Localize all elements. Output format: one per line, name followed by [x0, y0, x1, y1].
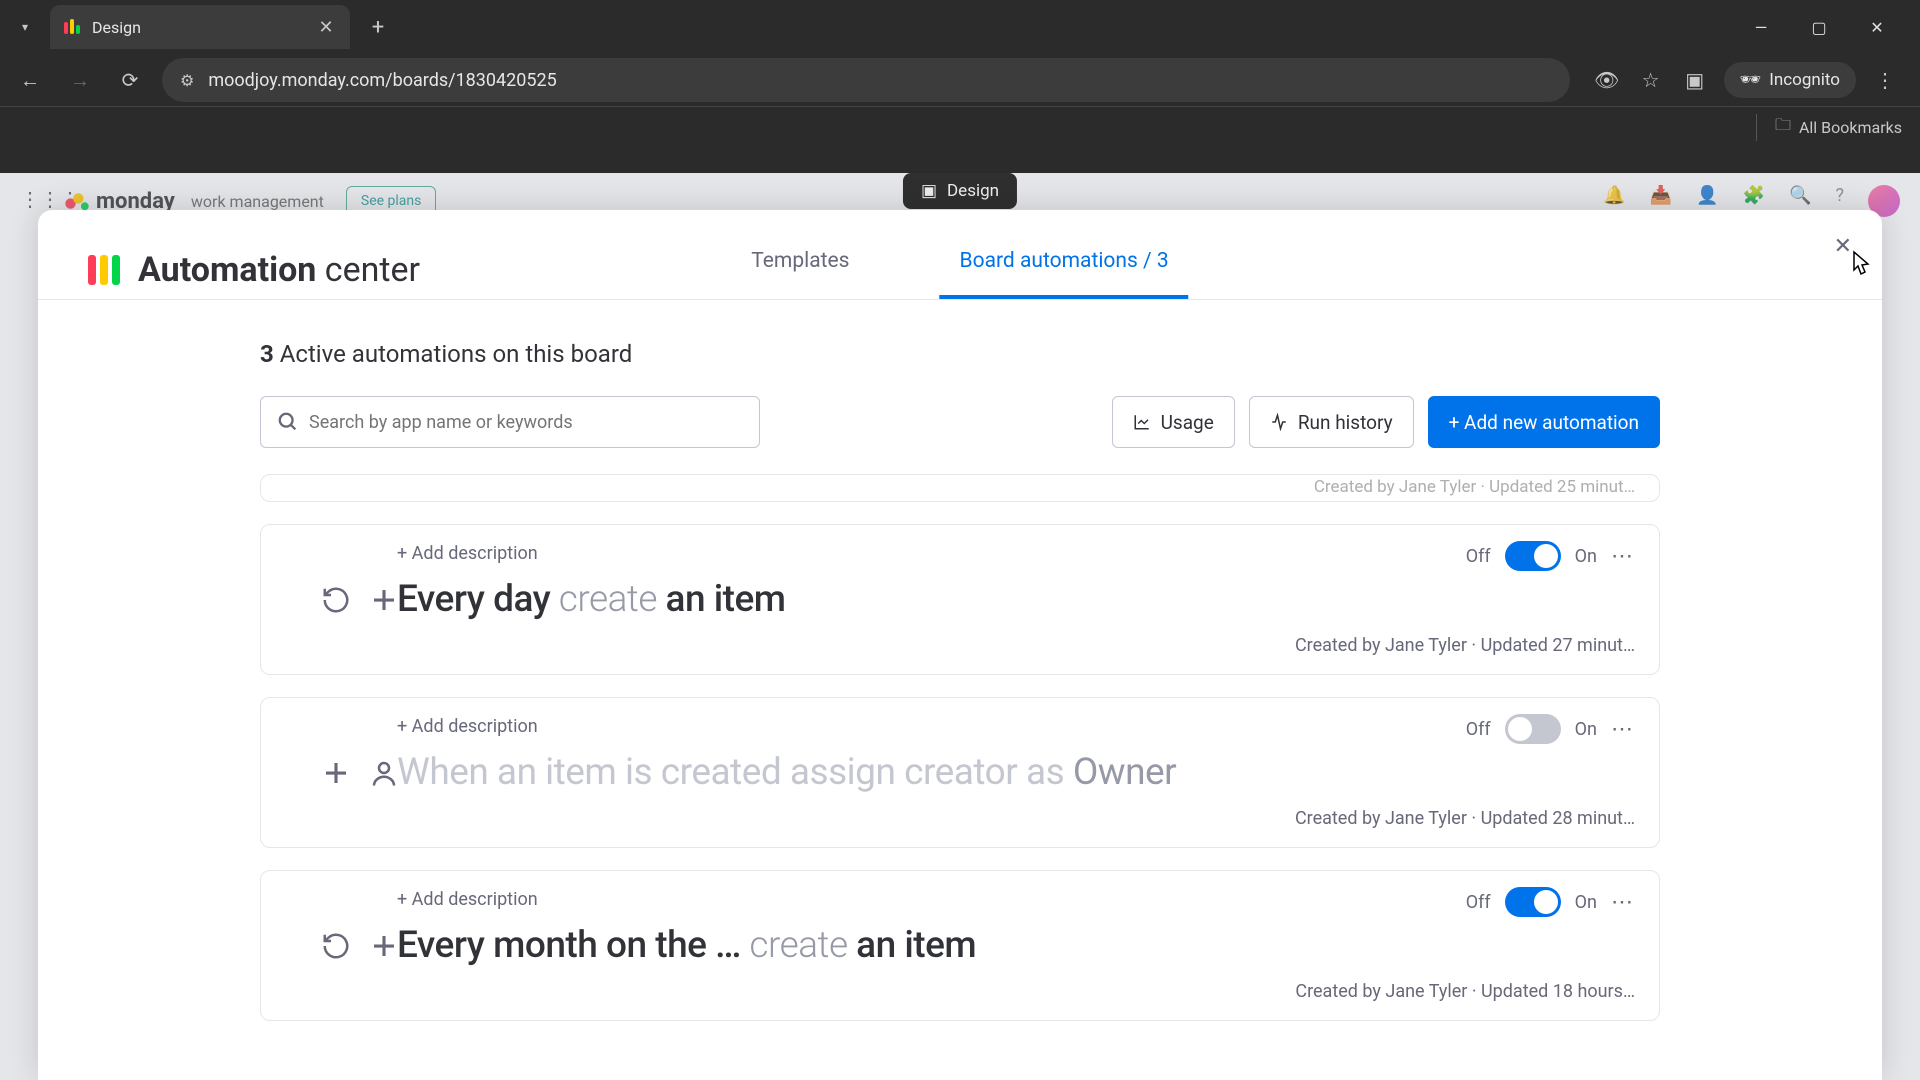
maximize-icon[interactable]: ▢ [1804, 18, 1834, 37]
product-subtext: work management [191, 192, 324, 211]
run-history-button[interactable]: Run history [1249, 396, 1414, 448]
summary-text: Active automations on this board [280, 340, 633, 368]
automation-card-peek: Created by Jane Tyler · Updated 25 minut… [260, 474, 1660, 502]
recipe-part: Every day [397, 578, 550, 621]
browser-chrome: ▾ Design ✕ + — ▢ ✕ ← → ⟳ ⚙ moodjoy.monda… [0, 0, 1920, 148]
toolbar-right: 👁 ☆ ▣ 🕶 Incognito ⋮ [1584, 62, 1908, 98]
add-description-link[interactable]: + Add description [397, 543, 1635, 564]
add-automation-label: + Add new automation [1449, 411, 1639, 434]
search-input[interactable] [309, 412, 743, 433]
on-label: On [1575, 546, 1597, 567]
modal-title-light: center [325, 250, 420, 290]
add-description-link[interactable]: + Add description [397, 716, 1635, 737]
recipe-part: create [741, 924, 856, 967]
incognito-chip[interactable]: 🕶 Incognito [1724, 62, 1856, 98]
tab-board-automations[interactable]: Board automations / 3 [940, 233, 1189, 299]
bookmarks-bar: 🗀 All Bookmarks [0, 106, 1920, 148]
card-meta: Created by Jane Tyler · Updated 18 hours… [321, 981, 1635, 1002]
off-label: Off [1466, 546, 1491, 567]
peek-meta: Created by Jane Tyler · Updated 25 minut… [1314, 477, 1635, 497]
chart-icon [1133, 413, 1151, 431]
automation-recipe[interactable]: When an item is created assign creator a… [397, 751, 1176, 794]
toolbar: Usage Run history + Add new automation [260, 396, 1660, 448]
sidepanel-icon[interactable]: ▣ [1680, 68, 1710, 92]
site-settings-icon[interactable]: ⚙ [180, 71, 194, 90]
reload-icon[interactable]: ⟳ [112, 62, 148, 98]
summary-line: 3 Active automations on this board [260, 340, 1660, 368]
more-menu-icon[interactable]: ⋯ [1611, 544, 1635, 569]
forward-icon[interactable]: → [62, 62, 98, 98]
eye-off-icon[interactable]: 👁 [1592, 68, 1622, 92]
on-label: On [1575, 892, 1597, 913]
nav-bar: ← → ⟳ ⚙ moodjoy.monday.com/boards/183042… [0, 54, 1920, 106]
recipe-part: an item [666, 578, 786, 621]
modal-body: 3 Active automations on this board [38, 300, 1882, 1080]
on-label: On [1575, 719, 1597, 740]
automation-card[interactable]: + Add description Every month on the … c… [260, 870, 1660, 1021]
off-label: Off [1466, 892, 1491, 913]
recipe-part: create [550, 578, 665, 621]
monday-logo-icon [88, 255, 120, 285]
tab-bar: ▾ Design ✕ + — ▢ ✕ [0, 0, 1920, 54]
run-history-label: Run history [1298, 411, 1393, 434]
close-modal-icon[interactable]: ✕ [1834, 234, 1852, 259]
recipe-part: When an item is created assign creator a… [397, 751, 1073, 794]
refresh-icon [321, 931, 351, 961]
add-automation-button[interactable]: + Add new automation [1428, 396, 1660, 448]
automation-card[interactable]: + Add description When an item is create… [260, 697, 1660, 848]
enable-toggle[interactable] [1505, 887, 1561, 917]
automation-center-modal: Automation center Templates Board automa… [38, 210, 1882, 1080]
search-box[interactable] [260, 396, 760, 448]
recipe-part: Owner [1073, 751, 1176, 794]
kebab-menu-icon[interactable]: ⋮ [1870, 68, 1900, 92]
search-icon [277, 411, 299, 433]
window-controls: — ▢ ✕ [1746, 18, 1912, 37]
refresh-icon [321, 585, 351, 615]
minimize-icon[interactable]: — [1746, 18, 1776, 37]
more-menu-icon[interactable]: ⋯ [1611, 890, 1635, 915]
all-bookmarks-link[interactable]: 🗀 All Bookmarks [1756, 114, 1902, 141]
card-meta: Created by Jane Tyler · Updated 28 minut… [321, 808, 1635, 829]
browser-tab[interactable]: Design ✕ [50, 5, 350, 49]
back-icon[interactable]: ← [12, 62, 48, 98]
modal-header: Automation center Templates Board automa… [38, 210, 1882, 300]
recipe-part: Every month on the … [397, 924, 741, 967]
card-meta: Created by Jane Tyler · Updated 27 minut… [321, 635, 1635, 656]
all-bookmarks-label: All Bookmarks [1799, 118, 1902, 137]
tab-close-icon[interactable]: ✕ [314, 17, 338, 38]
folder-icon: 🗀 [1775, 114, 1791, 141]
automation-recipe[interactable]: Every day create an item [397, 578, 786, 621]
tab-favicon-icon [62, 17, 82, 37]
modal-tabs: Templates Board automations / 3 [731, 233, 1188, 299]
usage-label: Usage [1161, 411, 1214, 434]
automation-list: Created by Jane Tyler · Updated 25 minut… [260, 474, 1660, 1021]
modal-title-bold: Automation [138, 250, 316, 290]
enable-toggle[interactable] [1505, 714, 1561, 744]
incognito-icon: 🕶 [1740, 70, 1762, 90]
plus-icon [369, 931, 399, 961]
incognito-label: Incognito [1769, 70, 1840, 90]
enable-toggle[interactable] [1505, 541, 1561, 571]
summary-count: 3 [260, 340, 274, 368]
modal-title: Automation center [138, 250, 420, 290]
plus-icon [321, 758, 351, 788]
automation-recipe[interactable]: Every month on the … create an item [397, 924, 976, 967]
off-label: Off [1466, 719, 1491, 740]
person-icon [369, 758, 399, 788]
activity-icon [1270, 413, 1288, 431]
add-description-link[interactable]: + Add description [397, 889, 1635, 910]
plus-icon [369, 585, 399, 615]
tab-search-dropdown[interactable]: ▾ [8, 10, 42, 44]
tab-templates[interactable]: Templates [731, 233, 869, 299]
automation-card[interactable]: + Add description Every day create an it… [260, 524, 1660, 675]
url-text: moodjoy.monday.com/boards/1830420525 [208, 70, 556, 91]
new-tab-button[interactable]: + [360, 9, 396, 45]
recipe-part: an item [856, 924, 976, 967]
more-menu-icon[interactable]: ⋯ [1611, 717, 1635, 742]
star-icon[interactable]: ☆ [1636, 68, 1666, 92]
close-window-icon[interactable]: ✕ [1862, 18, 1892, 37]
url-bar[interactable]: ⚙ moodjoy.monday.com/boards/1830420525 [162, 58, 1570, 102]
usage-button[interactable]: Usage [1112, 396, 1235, 448]
tab-title: Design [92, 18, 304, 37]
